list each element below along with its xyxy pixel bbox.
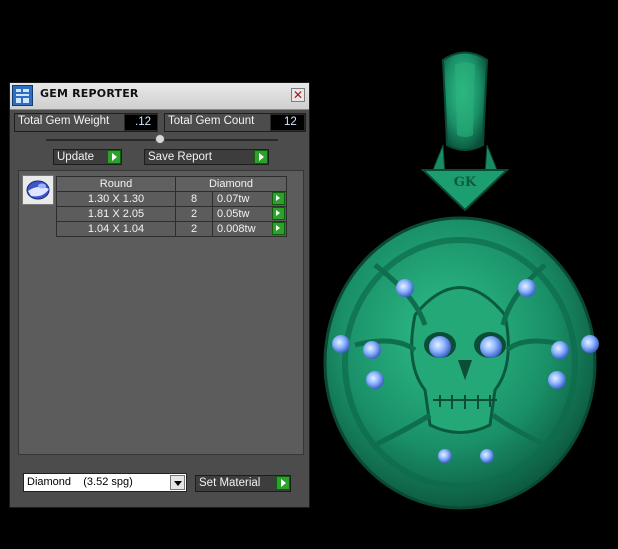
chevron-down-icon[interactable] [170,475,185,490]
window-title: GEM REPORTER [40,87,139,100]
gem-table-header: Round Diamond [56,176,287,192]
gem-size: 1.04 X 1.04 [56,221,176,237]
gem-weight: 0.07tw [217,193,250,205]
gem-count: 8 [175,191,213,207]
pendant-viewport[interactable]: GK [315,45,615,515]
gem-reporter-panel: GEM REPORTER ✕ Total Gem Weight .12 Tota… [9,82,310,508]
gem-size: 1.30 X 1.30 [56,191,176,207]
total-count-label: Total Gem Count [168,115,255,127]
gem-size: 1.81 X 2.05 [56,206,176,222]
play-arrow-icon[interactable] [272,207,285,220]
pendant-disc [323,216,597,510]
shape-header: Round [56,176,176,192]
total-weight-value: .12 [124,114,158,131]
gem-list: Round Diamond 1.30 X 1.30 8 0.07tw 1.81 … [18,170,304,455]
set-material-button[interactable]: Set Material [195,475,291,492]
gem-weight: 0.05tw [217,208,250,220]
play-arrow-icon [107,150,121,164]
set-material-button-label: Set Material [199,477,261,489]
table-row[interactable]: 1.81 X 2.05 2 0.05tw [56,206,287,222]
close-icon[interactable]: ✕ [291,88,305,102]
save-report-button-label: Save Report [148,151,212,163]
save-report-button[interactable]: Save Report [144,149,269,165]
play-arrow-icon[interactable] [272,192,285,205]
total-weight-label: Total Gem Weight [18,115,110,127]
material-select-value: Diamond (3.52 spg) [27,476,133,488]
material-select[interactable]: Diamond (3.52 spg) [23,473,187,492]
svg-text:GK: GK [454,175,477,190]
play-arrow-icon[interactable] [272,222,285,235]
gem-weight: 0.008tw [217,223,256,235]
round-gem-icon[interactable] [22,175,54,205]
material-header: Diamond [175,176,287,192]
update-button[interactable]: Update [53,149,122,165]
gem-table: Round Diamond 1.30 X 1.30 8 0.07tw 1.81 … [56,176,287,237]
gem-reporter-icon [12,85,33,106]
gem-weight-cell: 0.008tw [212,221,287,237]
slider-handle[interactable] [155,134,165,144]
gem-count: 2 [175,221,213,237]
play-arrow-icon [254,150,268,164]
total-count-value: 12 [270,114,305,131]
gem-weight-cell: 0.05tw [212,206,287,222]
title-bar[interactable]: GEM REPORTER ✕ [10,83,309,110]
update-button-label: Update [57,151,95,163]
table-row[interactable]: 1.04 X 1.04 2 0.008tw [56,221,287,237]
pendant-bail [432,51,498,176]
table-row[interactable]: 1.30 X 1.30 8 0.07tw [56,191,287,207]
gk-logo-triangle: GK [420,169,510,212]
play-arrow-icon [276,476,290,490]
gem-weight-cell: 0.07tw [212,191,287,207]
gem-count: 2 [175,206,213,222]
